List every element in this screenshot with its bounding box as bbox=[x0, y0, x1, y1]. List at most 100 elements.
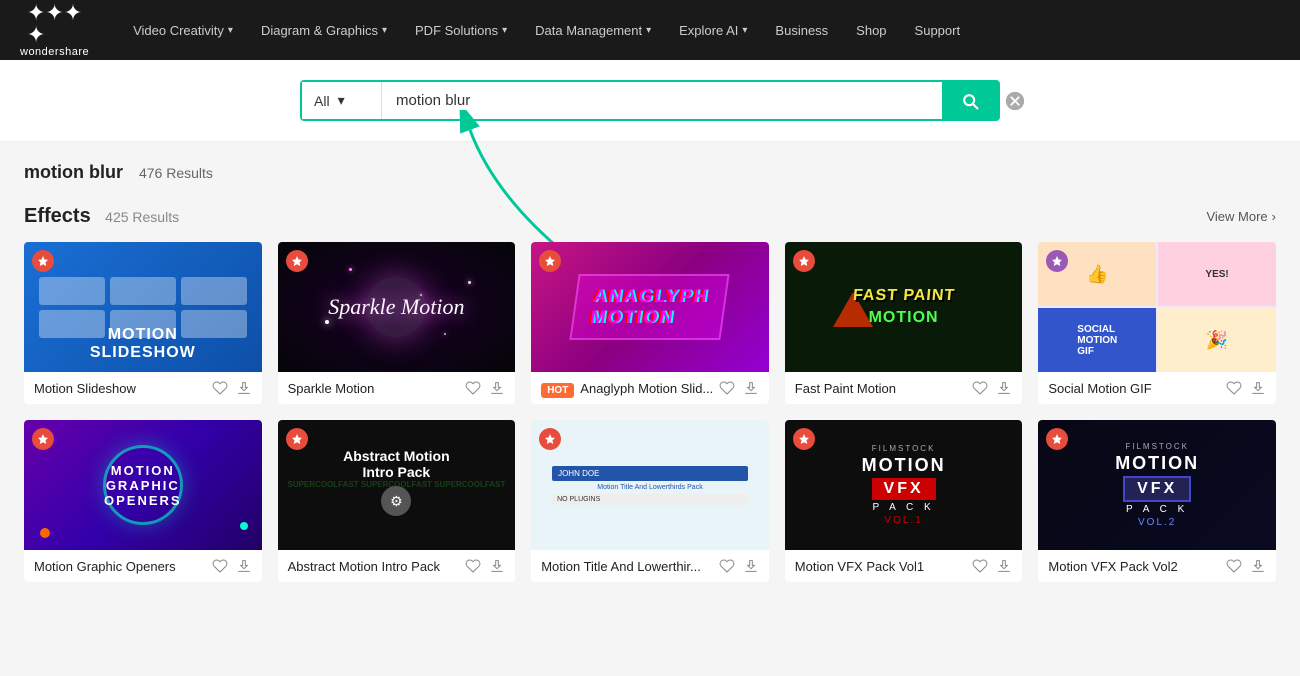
chevron-down-icon: ▾ bbox=[382, 25, 387, 36]
logo-text: wondershare bbox=[20, 46, 89, 58]
card-motion-slideshow[interactable]: MOTIONSLIDESHOW Motion Slideshow bbox=[24, 242, 262, 404]
card-label-area: Motion Graphic Openers bbox=[24, 550, 262, 582]
card-actions bbox=[212, 380, 252, 396]
card-actions bbox=[972, 380, 1012, 396]
card-actions bbox=[719, 558, 759, 574]
card-thumbnail: MOTION GRAPHIC OPENERS bbox=[24, 420, 262, 550]
card-motion-title-lowerthirds[interactable]: JOHN DOE Motion Title And Lowerthirds Pa… bbox=[531, 420, 769, 582]
card-motion-vfx-vol2[interactable]: FILMSTOCK MOTION VFX P A C K VOL.2 Motio… bbox=[1038, 420, 1276, 582]
search-input[interactable] bbox=[382, 82, 942, 119]
section-title: Effects bbox=[24, 205, 91, 227]
heart-icon[interactable] bbox=[465, 558, 481, 574]
heart-icon[interactable] bbox=[212, 558, 228, 574]
download-icon[interactable] bbox=[236, 380, 252, 396]
nav-pdf-solutions[interactable]: PDF Solutions ▾ bbox=[401, 0, 521, 60]
card-label-area: Sparkle Motion bbox=[278, 372, 516, 404]
search-area: All ▾ bbox=[0, 60, 1300, 142]
search-query-label: motion blur bbox=[24, 162, 123, 183]
download-icon[interactable] bbox=[743, 380, 759, 396]
card-actions bbox=[719, 380, 759, 396]
download-icon[interactable] bbox=[996, 380, 1012, 396]
card-title: Abstract Motion Intro Pack bbox=[288, 559, 440, 574]
close-icon bbox=[1004, 90, 1026, 112]
search-clear-button[interactable] bbox=[996, 90, 1034, 112]
section-count: 425 Results bbox=[105, 209, 179, 225]
section-title-area: Effects 425 Results bbox=[24, 205, 179, 228]
card-thumbnail: Sparkle Motion bbox=[278, 242, 516, 372]
card-social-motion-gif[interactable]: 👍 YES! SOCIALMOTIONGIF 🎉 Social Motion G… bbox=[1038, 242, 1276, 404]
nav-business[interactable]: Business bbox=[761, 0, 842, 60]
card-label-area: Motion Slideshow bbox=[24, 372, 262, 404]
heart-icon[interactable] bbox=[972, 558, 988, 574]
brand-logo[interactable]: ✦✦✦✦ wondershare bbox=[20, 2, 89, 58]
card-label-area: Motion VFX Pack Vol2 bbox=[1038, 550, 1276, 582]
card-thumbnail: FAST PAINT MOTION bbox=[785, 242, 1023, 372]
card-abstract-motion-intro[interactable]: SUPERCOOLFAST SUPERCOOLFAST SUPERCOOLFAS… bbox=[278, 420, 516, 582]
card-title: Motion Slideshow bbox=[34, 381, 136, 396]
card-motion-graphic-openers[interactable]: MOTION GRAPHIC OPENERS Motion Graphic Op… bbox=[24, 420, 262, 582]
card-title: Social Motion GIF bbox=[1048, 381, 1151, 396]
nav-support[interactable]: Support bbox=[901, 0, 975, 60]
search-category-dropdown[interactable]: All ▾ bbox=[302, 82, 382, 119]
card-title: Motion VFX Pack Vol2 bbox=[1048, 559, 1177, 574]
view-more-button[interactable]: View More › bbox=[1206, 209, 1276, 224]
search-icon bbox=[960, 91, 980, 111]
download-icon[interactable] bbox=[743, 558, 759, 574]
chevron-down-icon: ▾ bbox=[228, 25, 233, 36]
chevron-down-icon: ▾ bbox=[502, 25, 507, 36]
chevron-down-icon: ▾ bbox=[338, 92, 345, 109]
main-nav: ✦✦✦✦ wondershare Video Creativity ▾ Diag… bbox=[0, 0, 1300, 60]
heart-icon[interactable] bbox=[1226, 558, 1242, 574]
card-label-area: Social Motion GIF bbox=[1038, 372, 1276, 404]
cards-row-1: MOTIONSLIDESHOW Motion Slideshow bbox=[24, 242, 1276, 404]
card-thumbnail: 👍 YES! SOCIALMOTIONGIF 🎉 bbox=[1038, 242, 1276, 372]
heart-icon[interactable] bbox=[1226, 380, 1242, 396]
card-actions bbox=[1226, 558, 1266, 574]
cards-row-2: MOTION GRAPHIC OPENERS Motion Graphic Op… bbox=[24, 420, 1276, 582]
card-thumbnail: ANAGLYPHMOTION bbox=[531, 242, 769, 372]
heart-icon[interactable] bbox=[719, 380, 735, 396]
card-title: Fast Paint Motion bbox=[795, 381, 896, 396]
card-title: Motion Title And Lowerthir... bbox=[541, 559, 701, 574]
download-icon[interactable] bbox=[489, 380, 505, 396]
card-title: HOTAnaglyph Motion Slid... bbox=[541, 381, 713, 396]
heart-icon[interactable] bbox=[719, 558, 735, 574]
card-title: Motion Graphic Openers bbox=[34, 559, 176, 574]
logo-icon: ✦✦✦✦ bbox=[27, 2, 82, 46]
card-title: Sparkle Motion bbox=[288, 381, 375, 396]
card-sparkle-motion[interactable]: Sparkle Motion Sparkle Motion bbox=[278, 242, 516, 404]
card-label-area: Fast Paint Motion bbox=[785, 372, 1023, 404]
search-bar: All ▾ bbox=[300, 80, 1000, 121]
download-icon[interactable] bbox=[236, 558, 252, 574]
download-icon[interactable] bbox=[1250, 558, 1266, 574]
card-fast-paint-motion[interactable]: FAST PAINT MOTION Fast Paint Motion bbox=[785, 242, 1023, 404]
nav-video-creativity[interactable]: Video Creativity ▾ bbox=[119, 0, 247, 60]
card-thumbnail: FILMSTOCK MOTION VFX P A C K VOL.1 bbox=[785, 420, 1023, 550]
nav-explore-ai[interactable]: Explore AI ▾ bbox=[665, 0, 761, 60]
card-label-area: HOTAnaglyph Motion Slid... bbox=[531, 372, 769, 404]
card-actions bbox=[1226, 380, 1266, 396]
heart-icon[interactable] bbox=[972, 380, 988, 396]
card-label-area: Abstract Motion Intro Pack bbox=[278, 550, 516, 582]
hot-badge: HOT bbox=[541, 383, 574, 398]
results-count: 476 Results bbox=[139, 165, 213, 181]
effects-section: Effects 425 Results View More › bbox=[24, 205, 1276, 582]
download-icon[interactable] bbox=[489, 558, 505, 574]
download-icon[interactable] bbox=[1250, 380, 1266, 396]
heart-icon[interactable] bbox=[465, 380, 481, 396]
card-actions bbox=[465, 380, 505, 396]
chevron-right-icon: › bbox=[1272, 209, 1276, 224]
card-anaglyph-motion[interactable]: ANAGLYPHMOTION HOTAnaglyph Motion Slid..… bbox=[531, 242, 769, 404]
card-actions bbox=[465, 558, 505, 574]
card-label-area: Motion VFX Pack Vol1 bbox=[785, 550, 1023, 582]
card-thumbnail: FILMSTOCK MOTION VFX P A C K VOL.2 bbox=[1038, 420, 1276, 550]
search-button[interactable] bbox=[942, 82, 998, 119]
download-icon[interactable] bbox=[996, 558, 1012, 574]
nav-shop[interactable]: Shop bbox=[842, 0, 900, 60]
heart-icon[interactable] bbox=[212, 380, 228, 396]
nav-data-management[interactable]: Data Management ▾ bbox=[521, 0, 665, 60]
section-header: Effects 425 Results View More › bbox=[24, 205, 1276, 228]
card-motion-vfx-vol1[interactable]: FILMSTOCK MOTION VFX P A C K VOL.1 Motio… bbox=[785, 420, 1023, 582]
card-title: Motion VFX Pack Vol1 bbox=[795, 559, 924, 574]
nav-diagram-graphics[interactable]: Diagram & Graphics ▾ bbox=[247, 0, 401, 60]
